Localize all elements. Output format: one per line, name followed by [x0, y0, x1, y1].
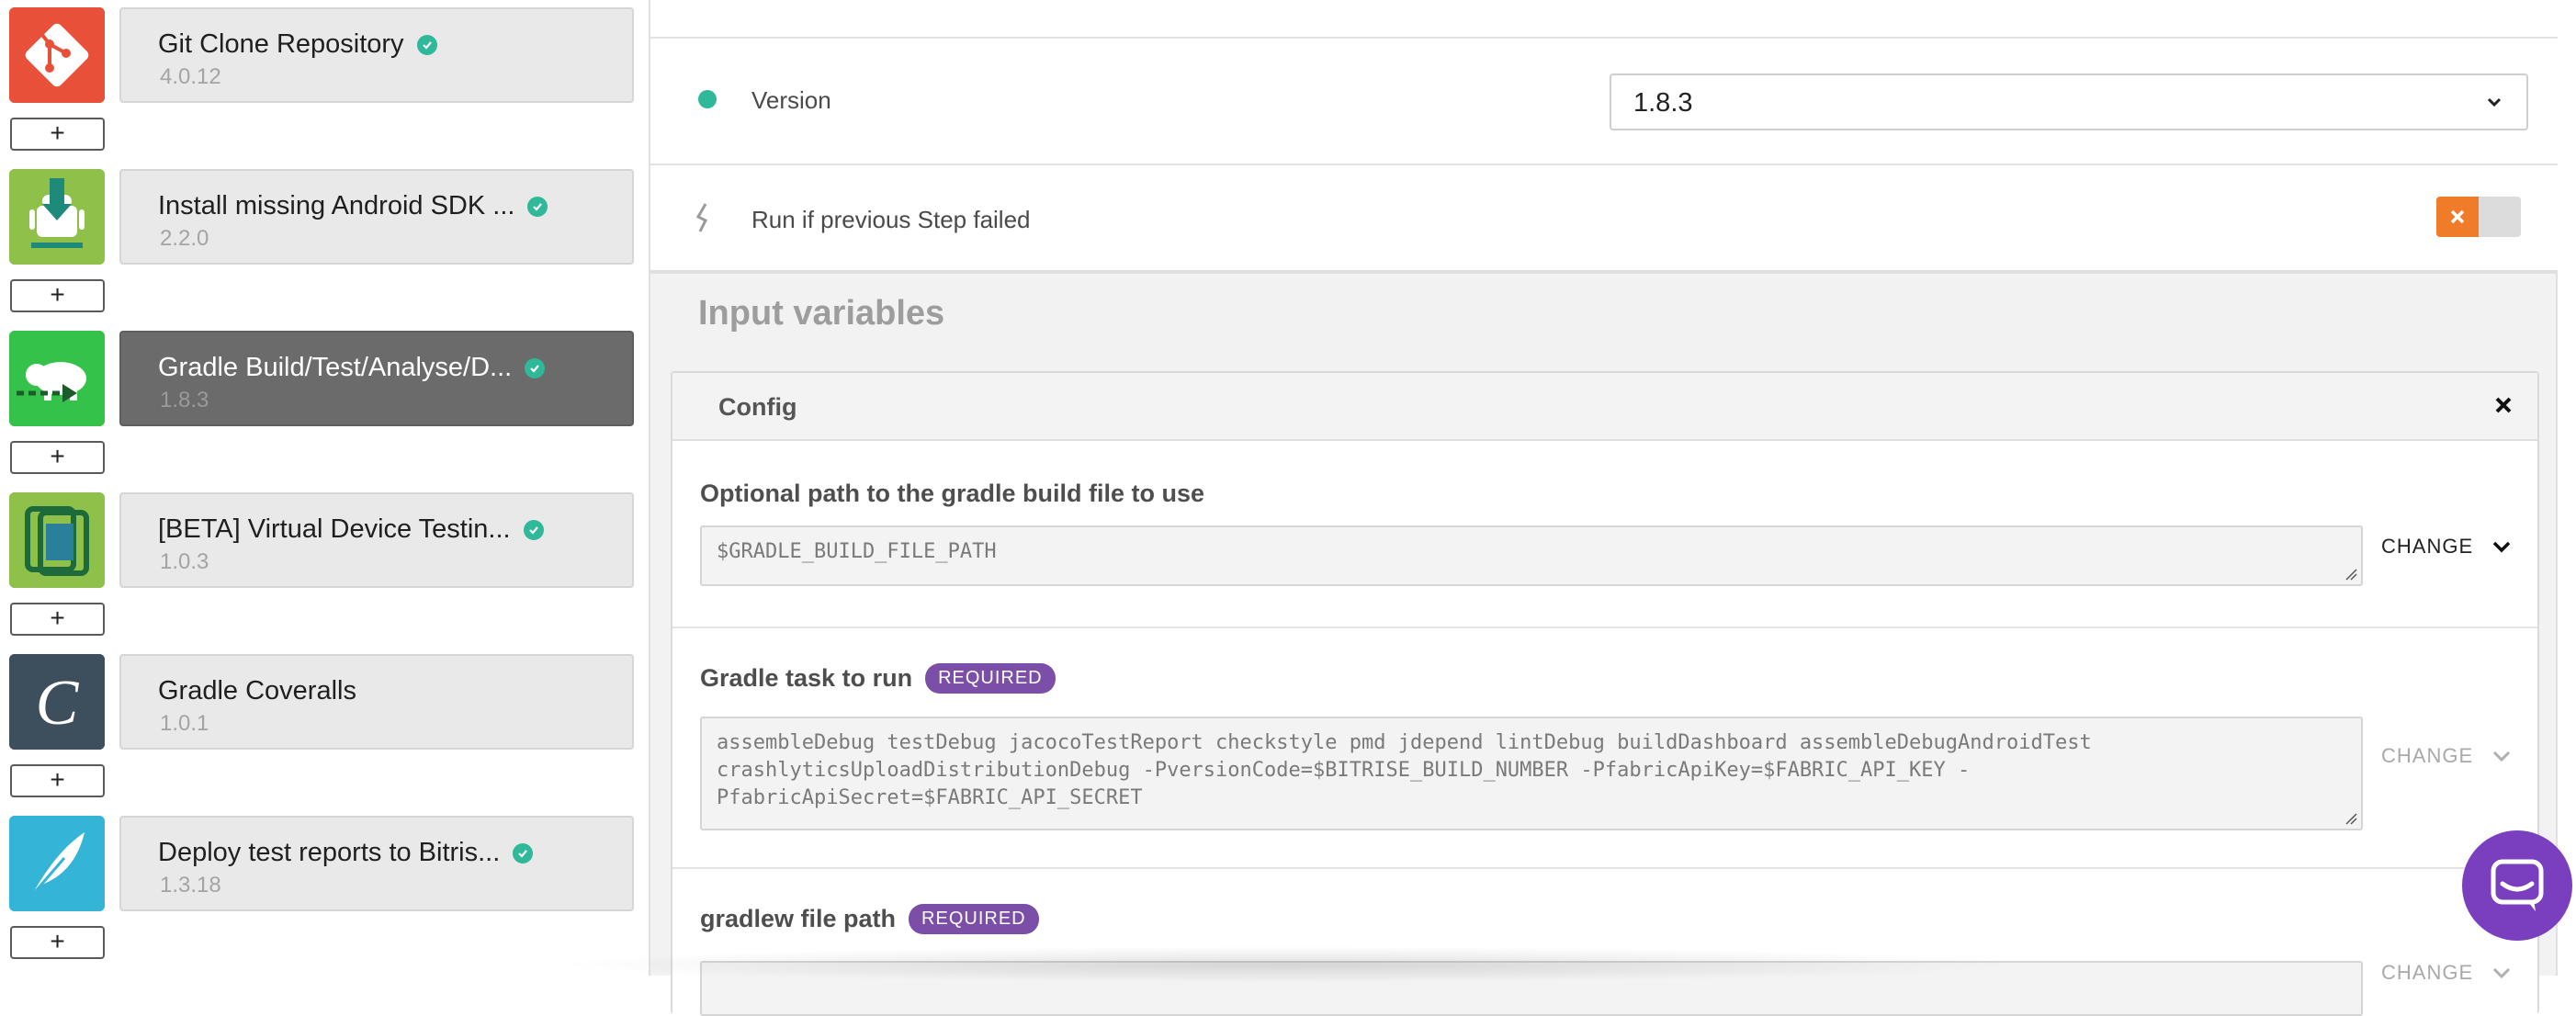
android-sdk-icon [9, 169, 105, 265]
change-button[interactable]: CHANGE [2381, 961, 2512, 985]
input-variable: Optional path to the gradle build file t… [672, 441, 2537, 628]
chevron-down-icon [2492, 541, 2511, 553]
step-card-active[interactable]: Gradle Build/Test/Analyse/D... 1.8.3 [119, 331, 634, 426]
run-if-failed-icon [695, 202, 713, 238]
variable-value-field[interactable]: assembleDebug testDebug jacocoTestReport… [700, 717, 2363, 830]
virtual-device-icon [9, 492, 105, 588]
step-card[interactable]: Install missing Android SDK ... 2.2.0 [119, 169, 634, 265]
toggle-off-x-icon [2436, 197, 2479, 237]
step-card[interactable]: Gradle Coveralls 1.0.1 [119, 654, 634, 750]
step-deploy-test-reports[interactable]: Deploy test reports to Bitris... 1.3.18 [0, 816, 649, 913]
config-group-header[interactable]: Config [672, 373, 2537, 441]
svg-text:C: C [36, 668, 80, 739]
step-title-text: Deploy test reports to Bitris... [158, 838, 501, 867]
run-if-failed-row: Run if previous Step failed [650, 165, 2558, 274]
git-icon [9, 7, 105, 103]
variable-label: gradlew file path REQUIRED [700, 904, 1039, 934]
step-title-text: Install missing Android SDK ... [158, 191, 515, 220]
variable-label: Gradle task to run REQUIRED [700, 663, 1056, 694]
step-title-text: Git Clone Repository [158, 29, 404, 59]
add-step-button[interactable]: + [10, 926, 105, 959]
chevron-down-icon [2493, 967, 2511, 979]
version-select-value: 1.8.3 [1633, 88, 1693, 118]
close-icon[interactable] [2493, 395, 2514, 420]
variable-label: Optional path to the gradle build file t… [700, 480, 1204, 508]
step-config-panel: Version 1.8.3 Run if previous Step faile… [649, 0, 2558, 1016]
step-gradle-coveralls[interactable]: C Gradle Coveralls 1.0.1 [0, 654, 649, 751]
step-version: 1.8.3 [160, 388, 209, 412]
step-title: Git Clone Repository [158, 29, 437, 60]
variable-value: assembleDebug testDebug jacocoTestReport… [717, 731, 2092, 809]
required-badge: REQUIRED [909, 904, 1039, 934]
step-git-clone[interactable]: Git Clone Repository 4.0.12 [0, 7, 649, 105]
config-group: Config Optional path to the gradle build… [671, 371, 2539, 1016]
gradle-elephant-icon [9, 331, 105, 426]
step-version: 1.0.1 [160, 711, 209, 736]
step-title: Deploy test reports to Bitris... [158, 838, 534, 868]
change-button[interactable]: CHANGE [2381, 744, 2512, 768]
change-label: CHANGE [2381, 961, 2474, 984]
step-title-text: Gradle Build/Test/Analyse/D... [158, 353, 513, 382]
variable-label-text: Gradle task to run [700, 664, 913, 692]
deploy-feather-icon [9, 816, 105, 911]
required-badge: REQUIRED [925, 663, 1056, 694]
step-title: [BETA] Virtual Device Testin... [158, 514, 544, 545]
change-label: CHANGE [2381, 744, 2474, 767]
step-title: Gradle Coveralls [158, 676, 356, 706]
step-version: 4.0.12 [160, 64, 221, 89]
chevron-down-icon [2493, 751, 2511, 762]
change-label: CHANGE [2381, 535, 2474, 558]
step-card[interactable]: [BETA] Virtual Device Testin... 1.0.3 [119, 492, 634, 588]
chat-icon [2491, 859, 2544, 911]
verified-check-icon [525, 357, 546, 378]
step-install-android-sdk[interactable]: Install missing Android SDK ... 2.2.0 [0, 169, 649, 266]
step-title: Gradle Build/Test/Analyse/D... [158, 353, 546, 383]
input-variables-heading: Input variables [698, 294, 945, 333]
panel-top-row [650, 0, 2558, 39]
input-variable: gradlew file path REQUIRED CHANGE [672, 869, 2537, 1016]
verified-check-icon [416, 34, 437, 55]
chat-launcher-button[interactable] [2462, 830, 2572, 941]
input-variable: Gradle task to run REQUIRED assembleDebu… [672, 628, 2537, 869]
verified-check-icon [513, 842, 534, 864]
step-virtual-device-testing[interactable]: [BETA] Virtual Device Testin... 1.0.3 [0, 492, 649, 590]
bottom-shadow [551, 946, 2021, 983]
step-title-text: Gradle Coveralls [158, 676, 356, 706]
add-step-button[interactable]: + [10, 603, 105, 636]
resize-handle-icon[interactable] [2344, 812, 2357, 825]
run-if-failed-toggle[interactable] [2436, 197, 2521, 237]
variable-value: $GRADLE_BUILD_FILE_PATH [717, 540, 997, 563]
verified-check-icon [527, 196, 548, 217]
resize-handle-icon[interactable] [2344, 568, 2357, 581]
step-title: Install missing Android SDK ... [158, 191, 548, 221]
add-step-button[interactable]: + [10, 118, 105, 151]
chevron-down-icon [2482, 88, 2506, 120]
coveralls-icon: C [9, 654, 105, 750]
version-label: Version [751, 86, 831, 114]
variable-label-text: gradlew file path [700, 905, 897, 932]
add-step-button[interactable]: + [10, 764, 105, 797]
verified-check-icon [523, 519, 544, 540]
step-version: 1.0.3 [160, 549, 209, 574]
step-card[interactable]: Git Clone Repository 4.0.12 [119, 7, 634, 103]
status-dot [698, 90, 717, 108]
add-step-button[interactable]: + [10, 279, 105, 312]
workflow-steps-list: Git Clone Repository 4.0.12 + Install mi… [0, 0, 649, 976]
variable-value-field[interactable]: $GRADLE_BUILD_FILE_PATH [700, 525, 2363, 586]
step-version: 1.3.18 [160, 873, 221, 897]
step-version: 2.2.0 [160, 226, 209, 251]
variable-label-text: Optional path to the gradle build file t… [700, 480, 1205, 507]
step-title-text: [BETA] Virtual Device Testin... [158, 514, 511, 544]
config-group-title: Config [718, 393, 797, 421]
version-select[interactable]: 1.8.3 [1610, 73, 2528, 130]
add-step-button[interactable]: + [10, 441, 105, 474]
step-gradle-build[interactable]: Gradle Build/Test/Analyse/D... 1.8.3 [0, 331, 649, 428]
step-card[interactable]: Deploy test reports to Bitris... 1.3.18 [119, 816, 634, 911]
version-row: Version 1.8.3 [650, 39, 2558, 165]
run-if-failed-label: Run if previous Step failed [751, 206, 1031, 233]
change-button[interactable]: CHANGE [2381, 535, 2512, 559]
